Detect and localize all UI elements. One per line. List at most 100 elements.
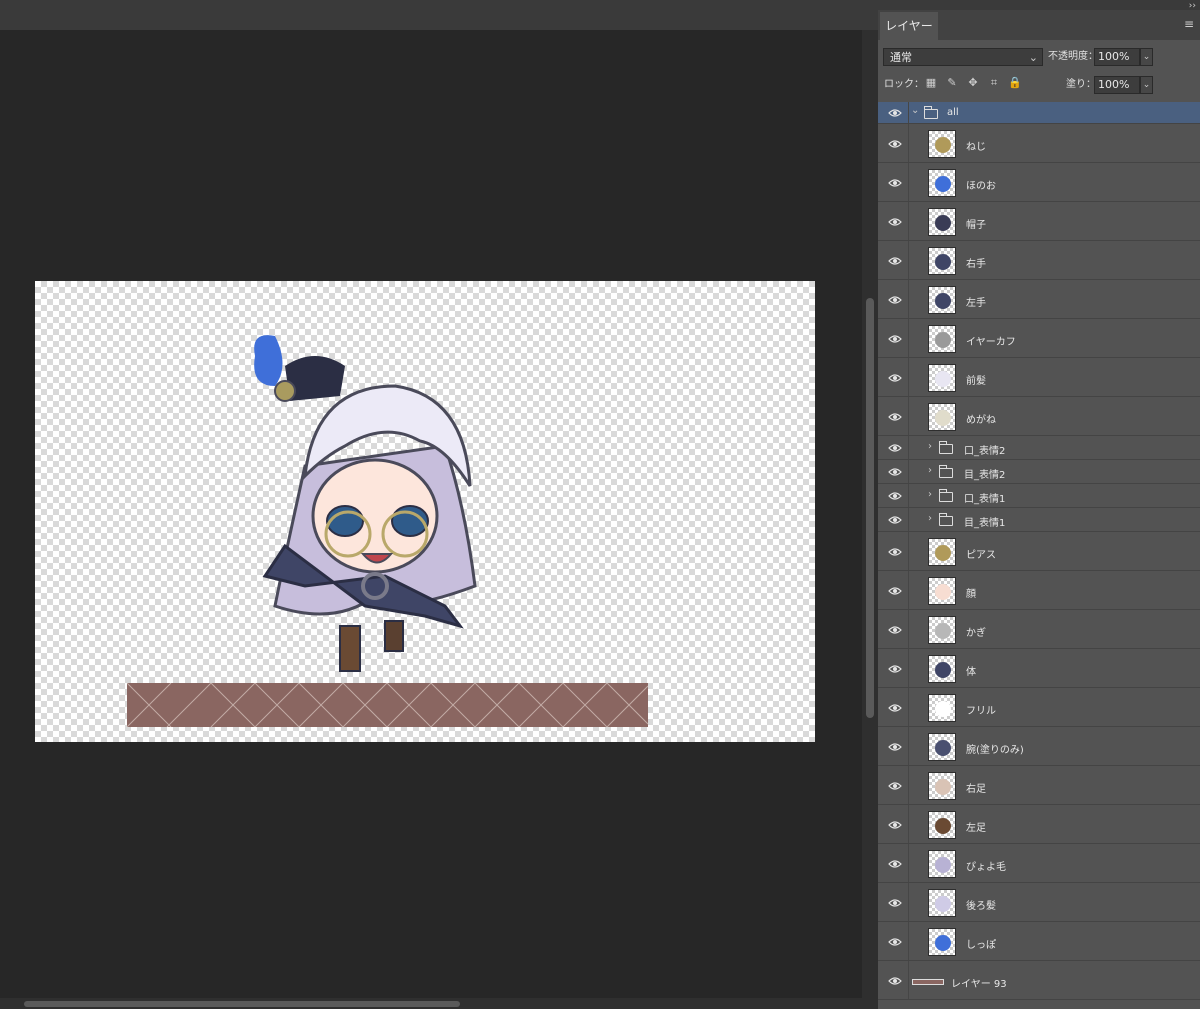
layer-row[interactable]: 体 [878, 649, 1200, 688]
folder-icon [939, 489, 953, 502]
chevron-right-icon[interactable]: › [928, 513, 932, 524]
layer-row-all[interactable]: ⌄ all [878, 102, 1200, 124]
visibility-eye-icon[interactable] [888, 623, 902, 637]
layer-row[interactable]: › 口_表情2 [878, 436, 1200, 460]
layer-name: ピアス [966, 549, 996, 561]
layer-row[interactable]: › 口_表情1 [878, 484, 1200, 508]
visibility-eye-icon[interactable] [888, 106, 902, 120]
row-divider [908, 508, 909, 531]
layer-row[interactable]: かぎ [878, 610, 1200, 649]
layer-thumbnail [928, 402, 956, 431]
visibility-eye-icon[interactable] [888, 818, 902, 832]
lock-fill-row: ロック： ▦ ✎ ✥ ⌗ 🔒 塗り： 100% ⌄ [878, 74, 1200, 98]
visibility-eye-icon[interactable] [888, 137, 902, 151]
chevron-down-icon[interactable]: ⌄ [911, 105, 919, 116]
layer-name: 口_表情1 [964, 494, 1006, 505]
chevron-right-icon[interactable]: › [928, 441, 932, 452]
visibility-eye-icon[interactable] [888, 332, 902, 346]
layer-row[interactable]: しっぽ [878, 922, 1200, 961]
visibility-eye-icon[interactable] [888, 293, 902, 307]
layer-row[interactable]: 帽子 [878, 202, 1200, 241]
panel-menu-icon[interactable]: ≡ [1184, 17, 1194, 31]
row-divider [908, 766, 909, 804]
chevron-right-icon[interactable]: › [928, 489, 932, 500]
visibility-eye-icon[interactable] [888, 935, 902, 949]
layer-row[interactable]: 後ろ髪 [878, 883, 1200, 922]
fill-dropdown-icon[interactable]: ⌄ [1140, 76, 1153, 94]
layer-row[interactable]: ぴょよ毛 [878, 844, 1200, 883]
layer-thumbnail [928, 888, 956, 917]
visibility-eye-icon[interactable] [888, 410, 902, 424]
layer-row[interactable]: › 目_表情2 [878, 460, 1200, 484]
visibility-eye-icon[interactable] [888, 254, 902, 268]
lock-position-icon[interactable]: ✥ [966, 76, 980, 90]
row-divider [908, 649, 909, 687]
opacity-input[interactable]: 100% [1094, 48, 1140, 66]
layer-row[interactable]: 右足 [878, 766, 1200, 805]
layer-thumbnail [928, 285, 956, 314]
visibility-eye-icon[interactable] [888, 701, 902, 715]
lock-all-icon[interactable]: 🔒 [1008, 76, 1022, 90]
lock-transparency-icon[interactable]: ▦ [924, 76, 938, 90]
visibility-eye-icon[interactable] [888, 489, 902, 503]
blend-mode-select[interactable]: 通常 ⌄ [883, 48, 1043, 66]
visibility-eye-icon[interactable] [888, 176, 902, 190]
layer-row[interactable]: 左手 [878, 280, 1200, 319]
opacity-dropdown-icon[interactable]: ⌄ [1140, 48, 1153, 66]
layer-row[interactable]: 顔 [878, 571, 1200, 610]
layer-name: 体 [966, 666, 976, 678]
layer-thumbnail [928, 732, 956, 761]
visibility-eye-icon[interactable] [888, 371, 902, 385]
tab-layers[interactable]: レイヤー [880, 12, 938, 40]
visibility-eye-icon[interactable] [888, 779, 902, 793]
layer-row[interactable]: › 目_表情1 [878, 508, 1200, 532]
lock-artboard-icon[interactable]: ⌗ [987, 76, 1001, 90]
layer-thumbnail [928, 207, 956, 236]
layer-row[interactable]: ピアス [878, 532, 1200, 571]
layer-name: 目_表情1 [964, 518, 1006, 529]
layer-row[interactable]: 前髪 [878, 358, 1200, 397]
row-divider [908, 460, 909, 483]
row-divider [908, 844, 909, 882]
visibility-eye-icon[interactable] [888, 513, 902, 527]
layer-row[interactable]: めがね [878, 397, 1200, 436]
layer-row[interactable]: イヤーカフ [878, 319, 1200, 358]
visibility-eye-icon[interactable] [888, 896, 902, 910]
document-canvas[interactable] [35, 281, 815, 742]
visibility-eye-icon[interactable] [888, 545, 902, 559]
visibility-eye-icon[interactable] [888, 465, 902, 479]
layer-name: 腕(塗りのみ) [966, 744, 1024, 756]
row-divider [908, 610, 909, 648]
lock-paint-icon[interactable]: ✎ [945, 76, 959, 90]
horizontal-scrollbar[interactable] [0, 998, 878, 1009]
fill-input[interactable]: 100% [1094, 76, 1140, 94]
horizontal-scroll-thumb[interactable] [24, 1001, 460, 1007]
layer-name: 帽子 [966, 219, 986, 231]
visibility-eye-icon[interactable] [888, 974, 902, 988]
layer-row[interactable]: フリル [878, 688, 1200, 727]
layer-row[interactable]: レイヤー 93 [878, 961, 1200, 1000]
layer-thumbnail [928, 576, 956, 605]
row-divider [908, 532, 909, 570]
vertical-scroll-thumb[interactable] [866, 298, 874, 718]
layer-name: ぴょよ毛 [966, 861, 1006, 873]
chevron-right-icon[interactable]: › [928, 465, 932, 476]
layer-thumbnail [928, 927, 956, 956]
layer-name: 前髪 [966, 375, 986, 387]
visibility-eye-icon[interactable] [888, 857, 902, 871]
layer-row[interactable]: 左足 [878, 805, 1200, 844]
visibility-eye-icon[interactable] [888, 740, 902, 754]
visibility-eye-icon[interactable] [888, 441, 902, 455]
layer-row[interactable]: ねじ [878, 124, 1200, 163]
layer-row[interactable]: 右手 [878, 241, 1200, 280]
visibility-eye-icon[interactable] [888, 584, 902, 598]
visibility-eye-icon[interactable] [888, 662, 902, 676]
layer-row[interactable]: ほのお [878, 163, 1200, 202]
layer-name: レイヤー 93 [951, 978, 1007, 990]
visibility-eye-icon[interactable] [888, 215, 902, 229]
opacity-label: 不透明度： [1048, 51, 1098, 62]
layer-row[interactable]: 腕(塗りのみ) [878, 727, 1200, 766]
layer-name: all [947, 107, 959, 118]
layer-name: 目_表情2 [964, 470, 1006, 481]
vertical-scrollbar[interactable] [862, 30, 878, 998]
